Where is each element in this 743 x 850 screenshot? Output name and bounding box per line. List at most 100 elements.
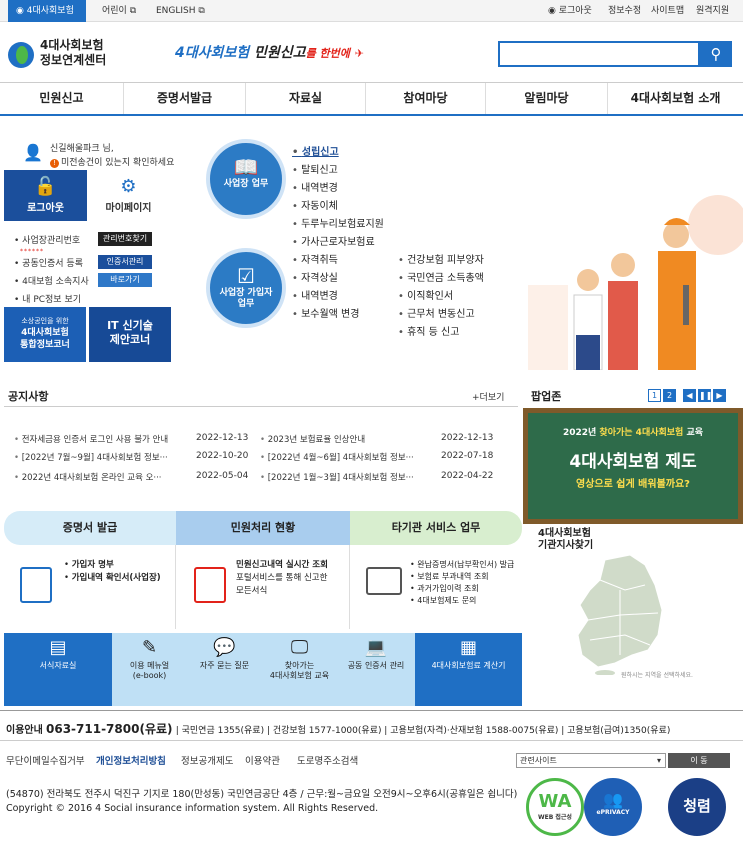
panel-status-head[interactable]: 민원처리 현황 xyxy=(176,511,350,545)
popup-line3: 영상으로 쉽게 배워볼까요? xyxy=(576,479,690,490)
premium-lookup-link[interactable]: 보험료 부과내역 조회 xyxy=(410,571,514,583)
wa-mark-sub: WEB 접근성 xyxy=(538,814,572,821)
popup-pause-button[interactable]: ❚❚ xyxy=(698,389,712,402)
notice-item[interactable]: 2022년 4대사회보험 온라인 교육 오··· xyxy=(14,471,162,483)
integrity-report-mark[interactable]: 청렴 xyxy=(668,778,726,836)
quick-forms-library[interactable]: ▤ 서식자료실 xyxy=(4,633,112,706)
nav-library[interactable]: 자료실 xyxy=(246,83,366,114)
next-icon: ▶ xyxy=(716,391,723,400)
enrollee-list-link[interactable]: 가입자 명부 xyxy=(64,559,161,572)
notice-item[interactable]: [2022년 7월~9월] 4대사회보험 정보··· xyxy=(14,451,168,463)
eprivacy-certification-mark[interactable]: 👥 ePRIVACY xyxy=(584,778,642,836)
footer-privacy-policy[interactable]: 개인정보처리방침 xyxy=(96,753,166,767)
tab-english[interactable]: ENGLISH ⧉ xyxy=(148,0,213,22)
nav-certificate[interactable]: 증명서발급 xyxy=(124,83,246,114)
panel-certificate-head[interactable]: 증명서 발급 xyxy=(4,511,176,545)
sitemap-link[interactable]: 사이트맵 xyxy=(651,0,684,22)
history-lookup-link[interactable]: 과거가입이력 조회 xyxy=(410,583,514,595)
menu-salary-change[interactable]: 보수월액 변경 xyxy=(292,305,359,320)
notice-item[interactable]: [2022년 4월~6월] 4대사회보험 정보··· xyxy=(260,451,414,463)
menu-pension-income[interactable]: 국민연금 소득총액 xyxy=(398,269,484,284)
site-logo-text[interactable]: 4대사회보험 정보연계센터 xyxy=(40,38,106,68)
slogan-part1: 4대사회보험 xyxy=(175,45,250,61)
panel-other-head[interactable]: 타기관 서비스 업무 xyxy=(350,511,522,545)
region-title-1: 4대사회보험 xyxy=(538,528,591,539)
quick-user-manual[interactable]: ✎ 이용 메뉴얼 (e-book) xyxy=(112,633,187,706)
menu-establish-report[interactable]: 성립신고 xyxy=(292,143,339,158)
unsent-alert[interactable]: ! 미전송건이 있는지 확인하세요 xyxy=(50,155,174,168)
search-button[interactable]: ⚲ xyxy=(700,41,732,67)
system-inquiry-link[interactable]: 4대보험제도 문의 xyxy=(410,595,514,607)
mypage-button[interactable]: ⚙ 마이페이지 xyxy=(87,170,170,221)
quick-cert-manage[interactable]: 💻 공동 인증서 관리 xyxy=(337,633,415,706)
korea-map[interactable] xyxy=(570,555,670,675)
tab-kids[interactable]: 어린이 ⧉ xyxy=(94,0,144,22)
menu-insured-detail-change[interactable]: 내역변경 xyxy=(292,287,338,302)
notice-date: 2022-10-20 xyxy=(196,451,249,461)
menu-qualify-loss[interactable]: 자격상실 xyxy=(292,269,338,284)
search-input[interactable] xyxy=(498,41,700,67)
notice-more-link[interactable]: +더보기 xyxy=(472,390,504,403)
nav-about[interactable]: 4대사회보험 소개 xyxy=(608,83,743,114)
notice-item[interactable]: [2022년 1월~3월] 4대사회보험 정보··· xyxy=(260,471,414,483)
site-logo-icon[interactable] xyxy=(8,42,34,68)
panel-status-text[interactable]: 민원신고내역 실시간 조회 포털서비스를 통해 신고한 모든서식 xyxy=(236,559,328,598)
edit-info-link[interactable]: 정보수정 xyxy=(608,0,641,22)
enrollee-list-text: 가입자 명부 xyxy=(71,560,114,570)
menu-health-dependent[interactable]: 건강보험 피부양자 xyxy=(398,251,484,266)
menu-auto-transfer[interactable]: 자동이체 xyxy=(292,197,338,212)
popup-prev-button[interactable]: ◀ xyxy=(683,389,696,402)
workplace-service-circle[interactable]: 📖 사업장 업무 xyxy=(206,139,286,219)
nav-notice[interactable]: 알림마당 xyxy=(486,83,608,114)
remote-support-link[interactable]: 원격지원 xyxy=(696,0,729,22)
notice-divider xyxy=(4,406,518,407)
status-desc-2: 모든서식 xyxy=(236,586,268,596)
menu-workplace-change[interactable]: 근무처 변동신고 xyxy=(398,305,475,320)
popup-line1-end: 교육 xyxy=(686,428,704,438)
footer-info-disclosure[interactable]: 정보공개제도 xyxy=(181,753,233,767)
my-pc-info-link[interactable]: • 내 PC정보 보기 xyxy=(14,292,81,305)
footer-email-refusal[interactable]: 무단이메일수집거부 xyxy=(6,753,85,767)
branch-go-button[interactable]: 바로가기 xyxy=(98,273,152,287)
footer-divider xyxy=(0,710,743,711)
tab-4insurance[interactable]: ◉ 4대사회보험 xyxy=(8,0,86,22)
menu-separation-cert[interactable]: 이직확인서 xyxy=(398,287,453,302)
insured-service-circle[interactable]: ☑ 사업장 가입자 업무 xyxy=(206,248,286,328)
footer-address-search[interactable]: 도로명주소검색 xyxy=(297,753,358,767)
menu-detail-change[interactable]: 내역변경 xyxy=(292,179,338,194)
payment-cert-link[interactable]: 완납증명서(납부확인서) 발급 xyxy=(410,559,514,571)
cert-manage-button[interactable]: 인증서관리 xyxy=(98,255,152,269)
popup-page-2[interactable]: 2 xyxy=(663,389,676,402)
menu-qualify-acquire[interactable]: 자격취득 xyxy=(292,251,338,266)
wa-certification-mark[interactable]: WA WEB 접근성 xyxy=(526,778,584,836)
nav-participation[interactable]: 참여마당 xyxy=(366,83,486,114)
popup-banner[interactable]: 2022년 찾아가는 4대사회보험 교육 4대사회보험 제도 영상으로 쉽게 배… xyxy=(523,408,743,524)
related-site-select[interactable]: 관련사이트 ▾ xyxy=(516,753,666,768)
quick-education[interactable]: 🖵 찾아가는 4대사회보험 교육 xyxy=(262,633,337,706)
popup-page-1[interactable]: 1 xyxy=(648,389,661,402)
footer-terms[interactable]: 이용약관 xyxy=(245,753,280,767)
logout-link[interactable]: ◉ 로그아웃 xyxy=(548,0,592,22)
menu-domestic-worker[interactable]: 가사근로자보험료 xyxy=(292,233,375,248)
it-proposal-banner[interactable]: IT 신기술 제안코너 xyxy=(89,307,171,362)
popup-next-button[interactable]: ▶ xyxy=(713,389,726,402)
enrollment-cert-link[interactable]: 가입내역 확인서(사업장) xyxy=(64,572,161,585)
notice-item[interactable]: 2023년 보험료율 인상안내 xyxy=(260,433,365,445)
popup-line1-highlight: 찾아가는 4대사회보험 xyxy=(599,428,684,438)
nav-complaint[interactable]: 민원신고 xyxy=(0,83,124,114)
menu-leave-report[interactable]: 휴직 등 신고 xyxy=(398,323,459,338)
menu-durunuri[interactable]: 두루누리보험료지원 xyxy=(292,215,384,230)
menu-withdraw-report[interactable]: 탈퇴신고 xyxy=(292,161,338,176)
biz-number-text: 사업장관리번호 xyxy=(22,236,81,246)
quick-faq[interactable]: 💬 자주 묻는 질문 xyxy=(187,633,262,706)
related-site-go-button[interactable]: 이 동 xyxy=(668,753,730,768)
logout-button-label: 로그아웃 xyxy=(27,203,64,214)
quick-calculator[interactable]: ▦ 4대사회보험료 계산기 xyxy=(415,633,522,706)
smallbiz-info-banner[interactable]: 소상공인을 위한 4대사회보험 통합정보코너 xyxy=(4,307,86,362)
notice-item[interactable]: 전자세금용 인증서 로그인 사용 불가 안내 xyxy=(14,433,168,445)
popup-zone-title: 팝업존 xyxy=(531,390,562,403)
logout-button[interactable]: 🔓 로그아웃 xyxy=(4,170,87,221)
lock-icon: 🔓 xyxy=(34,176,57,197)
enrollment-cert-text: 가입내역 확인서(사업장) xyxy=(71,573,161,583)
find-biz-number-button[interactable]: 관리번호찾기 xyxy=(98,232,152,246)
